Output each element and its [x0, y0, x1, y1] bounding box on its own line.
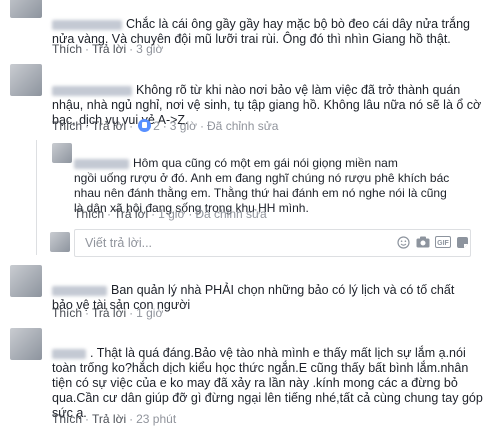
comment-text: Chắc là cái ông gầy gầy hay mặc bộ bò đe… [52, 2, 470, 47]
commenter-name[interactable] [52, 285, 107, 296]
commenter-avatar[interactable] [10, 328, 42, 360]
commenter-name[interactable] [52, 19, 122, 30]
commenter-avatar[interactable] [10, 265, 42, 297]
current-user-avatar [50, 232, 70, 252]
reaction-count[interactable]: 2 [153, 119, 160, 133]
gif-icon[interactable]: GIF [435, 236, 451, 248]
reply-avatar[interactable] [52, 143, 72, 163]
svg-text:GIF: GIF [437, 240, 449, 247]
comment-actions: Thích · Trả lời · 23 phút [52, 412, 177, 426]
reply-time[interactable]: 1 giờ [158, 207, 185, 221]
thread-line [36, 140, 37, 255]
comment-time[interactable]: 23 phút [136, 412, 176, 426]
reply-link[interactable]: Trả lời [114, 207, 148, 221]
reply-link[interactable]: Trả lời [92, 119, 126, 133]
reply-input-box[interactable]: GIF [74, 229, 471, 257]
reply-link[interactable]: Trả lời [92, 412, 126, 426]
like-link[interactable]: Thích [52, 306, 82, 320]
reply-name[interactable] [74, 158, 129, 169]
edited-label[interactable]: Đã chỉnh sửa [207, 119, 278, 133]
camera-icon[interactable] [416, 236, 430, 248]
like-reaction-icon[interactable] [138, 119, 152, 132]
emoji-icon[interactable] [396, 236, 410, 249]
like-link[interactable]: Thích [52, 42, 82, 56]
reply-link[interactable]: Trả lời [92, 306, 126, 320]
commenter-name[interactable] [52, 348, 86, 359]
commenter-avatar[interactable] [10, 0, 42, 18]
comment-actions: Thích · Trả lời · 2 · 3 giờ · Đã chỉnh sửa [52, 119, 279, 133]
sticker-icon[interactable] [455, 236, 469, 248]
comment-text: . Thật là quá đáng.Bảo vệ tào nhà mình e… [52, 331, 483, 421]
like-link[interactable]: Thích [74, 207, 104, 221]
comment-actions: Thích · Trả lời · 3 giờ [52, 42, 164, 56]
reply-input[interactable] [83, 235, 397, 251]
reply-link[interactable]: Trả lời [92, 42, 126, 56]
commenter-avatar[interactable] [10, 64, 42, 96]
comment-body: . Thật là quá đáng.Bảo vệ tào nhà mình e… [52, 346, 483, 420]
like-link[interactable]: Thích [52, 412, 82, 426]
comment-time[interactable]: 3 giờ [170, 119, 197, 133]
reply-actions: Thích · Trả lời · 1 giờ · Đã chỉnh sửa [74, 207, 267, 221]
edited-label[interactable]: Đã chỉnh sửa [195, 207, 266, 221]
reply-text: Hôm qua cũng có một em gái nói giọng miề… [74, 141, 449, 216]
comment-actions: Thích · Trả lời · 1 giờ [52, 306, 164, 320]
like-link[interactable]: Thích [52, 119, 82, 133]
comment-time[interactable]: 3 giờ [136, 42, 163, 56]
comment-time[interactable]: 1 giờ [136, 306, 163, 320]
commenter-name[interactable] [52, 85, 132, 96]
